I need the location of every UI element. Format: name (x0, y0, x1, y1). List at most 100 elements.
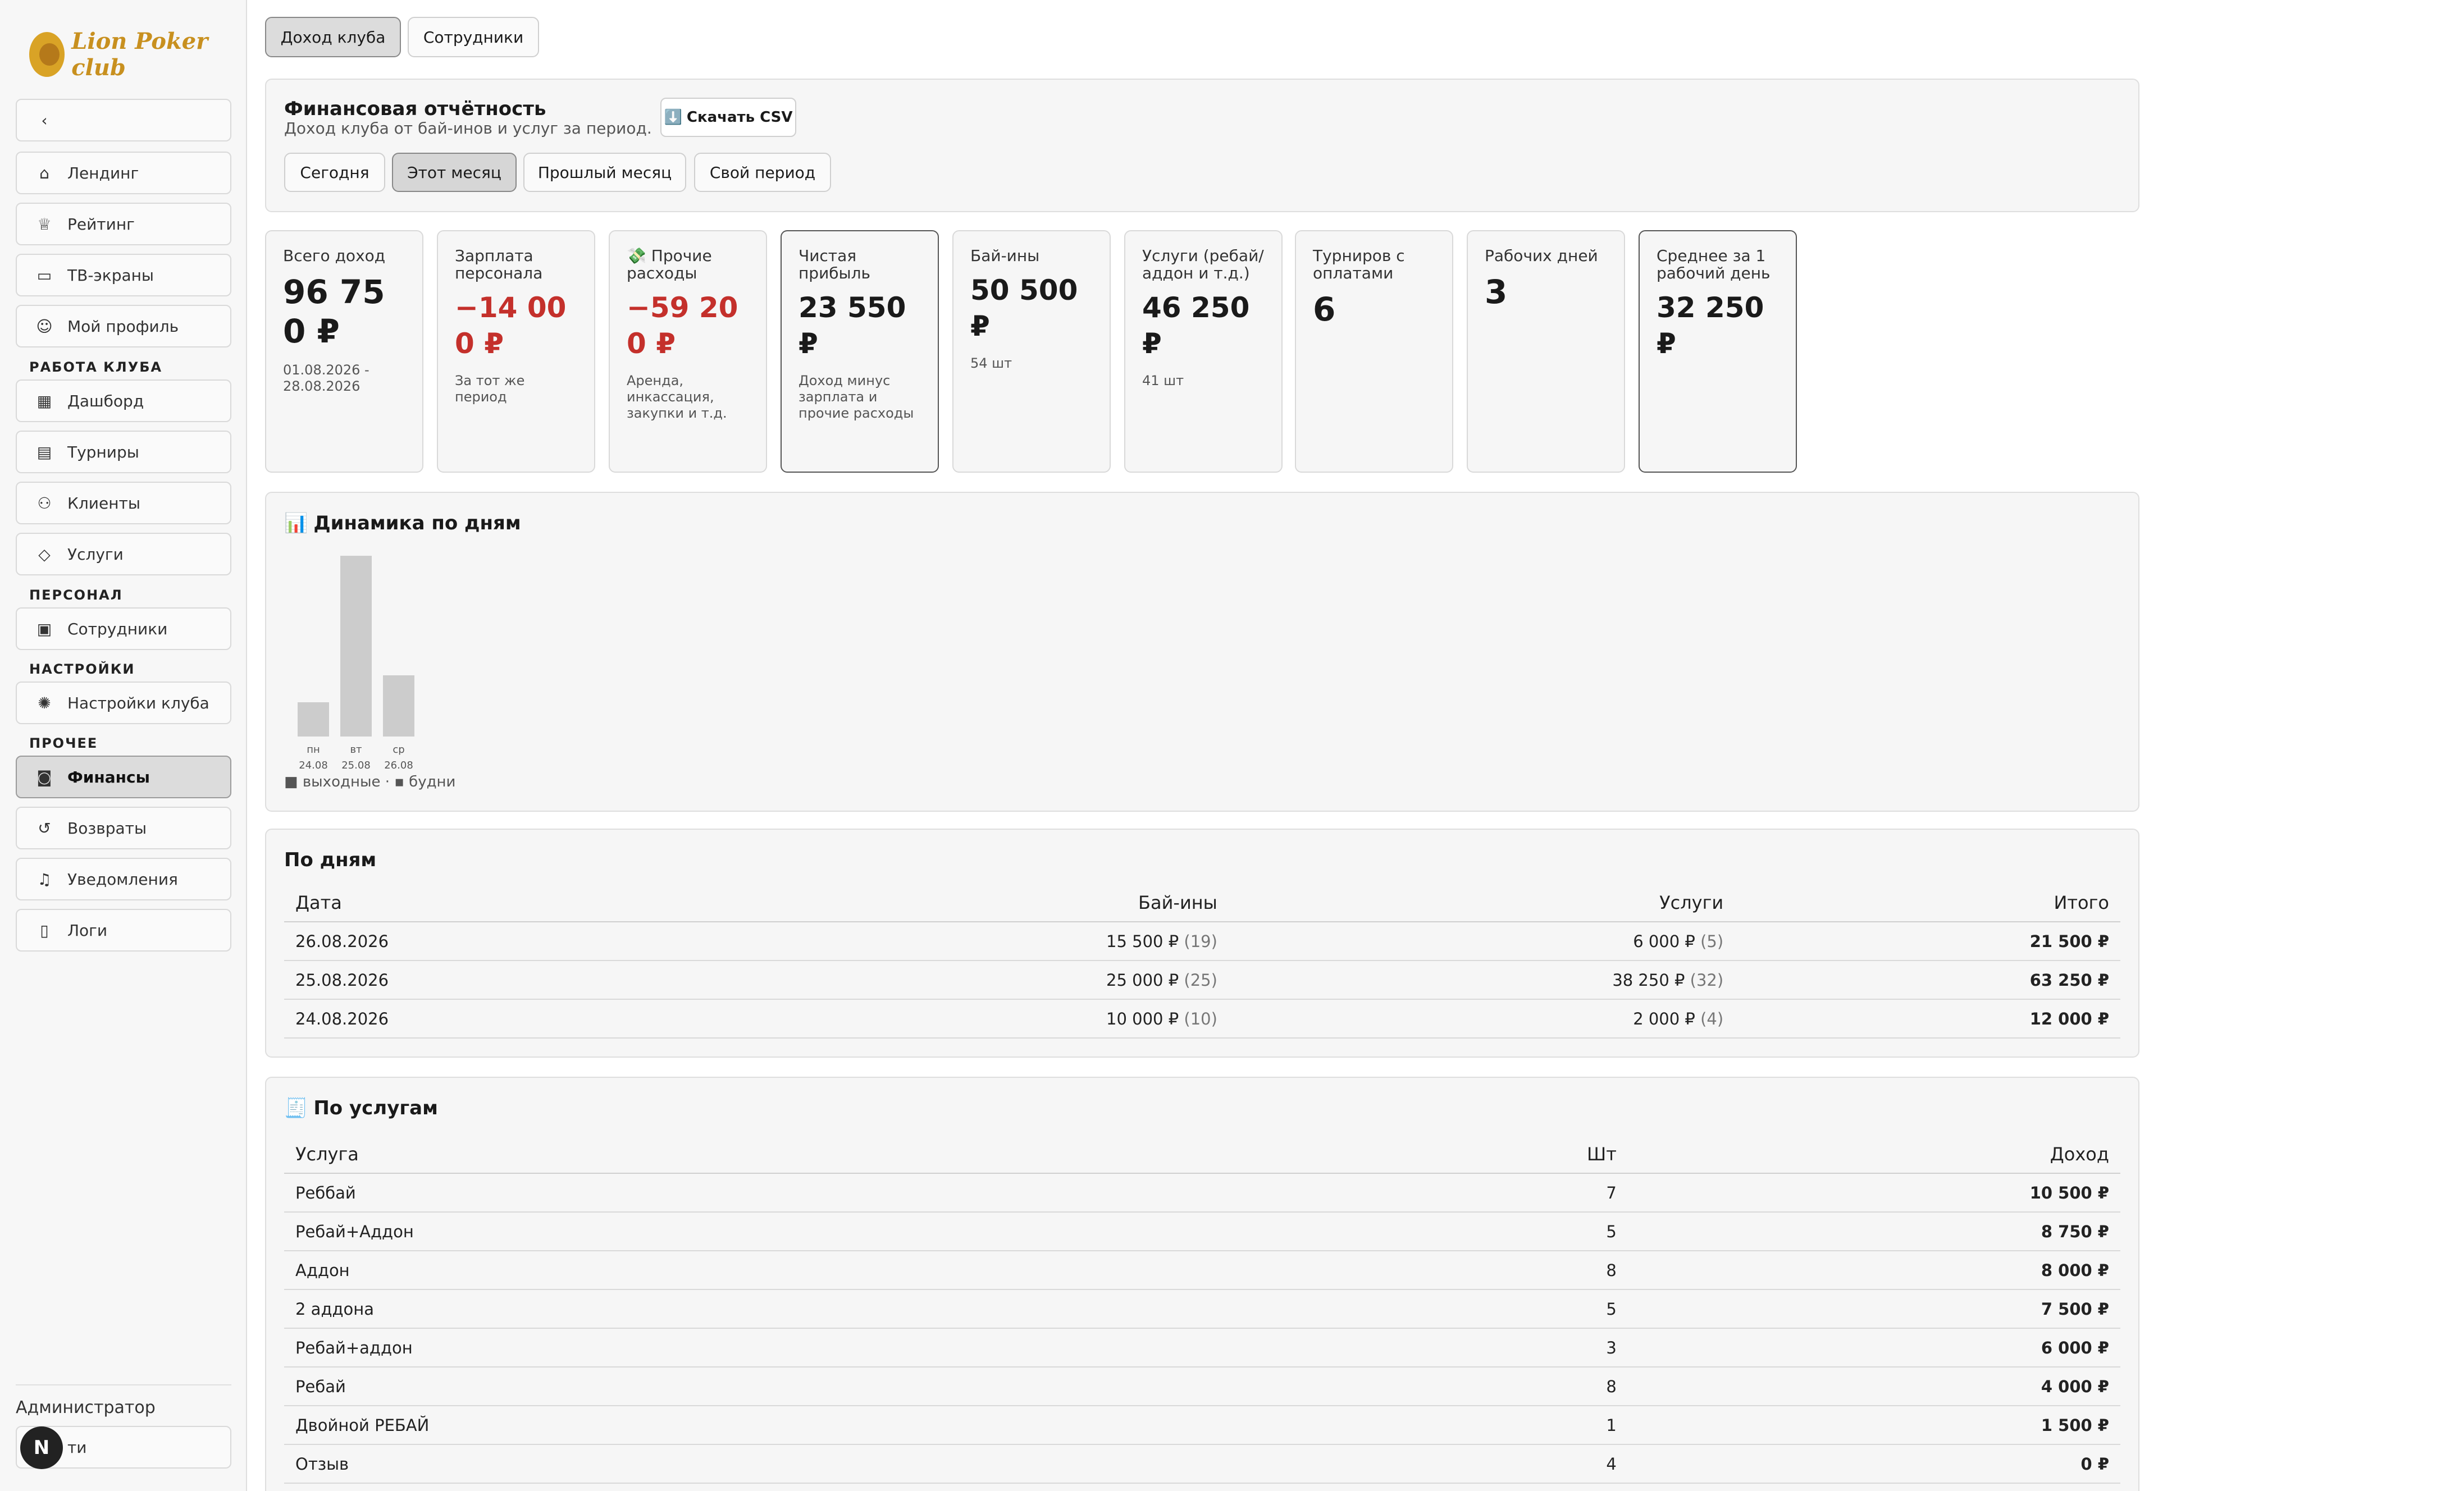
sidebar-item-employees[interactable]: ▣ Сотрудники (16, 607, 231, 650)
stat-value: 23 550 ₽ (798, 291, 906, 360)
tab-club-income[interactable]: Доход клуба (265, 17, 401, 57)
sidebar-item-landing[interactable]: ⌂ Лендинг (16, 152, 231, 194)
cell-service: 2 аддона (284, 1289, 1576, 1329)
download-icon: ⬇️ (664, 109, 682, 126)
dynamics-panel (265, 492, 2139, 812)
home-icon: ⌂ (39, 163, 49, 182)
badge-icon: ▣ (36, 619, 52, 638)
stat-card-buyins: Бай-ины 50 500 ₽ 54 шт (952, 230, 1111, 473)
sidebar-item-label: Настройки клуба (67, 693, 209, 712)
col-total: Итого (1735, 884, 2120, 922)
table-row: Реббай 7 10 500 ₽ (284, 1173, 2120, 1213)
grid-icon: ▦ (36, 391, 52, 410)
sidebar-item-dashboard[interactable]: ▦ Дашборд (16, 379, 231, 422)
by-days-title: По дням (284, 849, 377, 871)
stat-label: 💸 Прочие расходы (627, 246, 712, 282)
tag-icon: ◇ (38, 545, 51, 564)
sidebar-item-my-profile[interactable]: ☺ Мой профиль (16, 305, 231, 347)
sidebar-item-tv-screens[interactable]: ▭ ТВ-экраны (16, 254, 231, 296)
monitor-icon: ▭ (36, 266, 52, 285)
col-service: Услуга (284, 1135, 1576, 1174)
dynamics-title: 📊 Динамика по дням (284, 512, 521, 534)
stat-value: 50 500 ₽ (970, 274, 1078, 342)
sidebar-item-finance[interactable]: ◙ Финансы (16, 756, 231, 798)
cell-income: 4 000 ₽ (1627, 1367, 2120, 1406)
section-label-staff: ПЕРСОНАЛ (29, 587, 123, 603)
sidebar-item-tournaments[interactable]: ▤ Турниры (16, 431, 231, 473)
stat-card-total-income: Всего доход 96 750 ₽ 01.08.2026 - 28.08.… (265, 230, 423, 473)
stat-value: 6 (1313, 290, 1336, 328)
table-header-row: Дата Бай-ины Услуги Итого (284, 884, 2120, 922)
stat-label: Услуги (ребай/аддон и т.д.) (1142, 246, 1264, 282)
sidebar-divider (16, 1384, 231, 1385)
col-qty: Шт (1576, 1135, 1628, 1174)
stat-note: Аренда, инкассация, закупки и т.д. (627, 373, 727, 421)
sidebar-item-label: Турниры (67, 442, 139, 461)
money-icon: ◙ (36, 767, 52, 786)
sidebar-item-logs[interactable]: ▯ Логи (16, 909, 231, 952)
tab-employees[interactable]: Сотрудники (408, 17, 539, 57)
sidebar-item-notifications[interactable]: ♫ Уведомления (16, 858, 231, 900)
cell-date: 25.08.2026 (284, 961, 723, 1000)
stat-label: Зарплата персонала (455, 246, 543, 282)
cell-income: 6 000 ₽ (1627, 1328, 2120, 1367)
section-label-other: ПРОЧЕЕ (29, 735, 98, 751)
cell-services: 2 000 ₽ (4) (1228, 999, 1735, 1039)
cell-qty: 7 (1576, 1173, 1628, 1213)
collapse-sidebar-button[interactable]: ‹ (16, 99, 231, 141)
period-custom-button[interactable]: Свой период (694, 153, 831, 192)
stat-card-work-days: Рабочих дней 3 (1467, 230, 1625, 473)
by-services-table: Услуга Шт Доход Реббай 7 10 500 ₽ Ребай+Ад… (284, 1135, 2120, 1484)
chart-bar (340, 556, 372, 737)
sidebar-item-clients[interactable]: ⚇ Клиенты (16, 482, 231, 524)
cell-buyins: 15 500 ₽ (19) (722, 922, 1229, 961)
cell-service: Реббай (284, 1173, 1576, 1213)
table-row: Аддон 8 8 000 ₽ (284, 1251, 2120, 1290)
next-dev-badge[interactable]: N (20, 1426, 63, 1469)
cell-services: 6 000 ₽ (5) (1228, 922, 1735, 961)
receipt-icon: 🧾 (284, 1097, 308, 1119)
sidebar-item-services[interactable]: ◇ Услуги (16, 533, 231, 575)
by-days-table: Дата Бай-ины Услуги Итого 26.08.2026 15 … (284, 884, 2120, 1039)
dynamics-title-text: Динамика по дням (313, 512, 521, 534)
sidebar-item-refunds[interactable]: ↺ Возвраты (16, 807, 231, 849)
chart-tick-label: вт 25.08 (341, 744, 371, 771)
calendar-icon: ▤ (36, 442, 52, 461)
sidebar-item-rating[interactable]: ♕ Рейтинг (16, 203, 231, 245)
stat-card-net-profit: Чистая прибыль 23 550 ₽ Доход минус зарп… (781, 230, 939, 473)
sidebar-item-label: Рейтинг (67, 214, 135, 234)
col-buyins: Бай-ины (722, 884, 1229, 922)
cell-qty: 5 (1576, 1212, 1628, 1251)
sidebar-item-label: Дашборд (67, 391, 144, 410)
stat-card-avg-per-day: Среднее за 1 рабочий день 32 250 ₽ (1639, 230, 1797, 473)
bell-icon: ♫ (37, 870, 52, 889)
cell-service: Двойной РЕБАЙ (284, 1406, 1576, 1445)
cell-total: 12 000 ₽ (1735, 999, 2120, 1039)
stat-label: Турниров с оплатами (1313, 246, 1405, 282)
cell-qty: 4 (1576, 1444, 1628, 1484)
cell-service: Ребай (284, 1367, 1576, 1406)
stat-label: Бай-ины (970, 246, 1040, 265)
period-last-month-button[interactable]: Прошлый месяц (523, 153, 686, 192)
stat-value: 32 250 ₽ (1657, 291, 1764, 360)
club-logo[interactable]: Lion Poker club (29, 28, 246, 81)
cell-service: Ребай+Аддон (284, 1212, 1576, 1251)
table-row: 26.08.2026 15 500 ₽ (19) 6 000 ₽ (5) 21 … (284, 922, 2120, 961)
col-date: Дата (284, 884, 723, 922)
sidebar-item-club-settings[interactable]: ✺ Настройки клуба (16, 682, 231, 724)
cell-income: 0 ₽ (1627, 1444, 2120, 1484)
sidebar-item-label: Возвраты (67, 818, 147, 838)
period-today-button[interactable]: Сегодня (284, 153, 385, 192)
sidebar-item-label: Финансы (67, 767, 150, 786)
table-row: Двойной РЕБАЙ 1 1 500 ₽ (284, 1406, 2120, 1445)
page-title: Финансовая отчётность (284, 98, 546, 120)
cell-services: 38 250 ₽ (32) (1228, 961, 1735, 1000)
cell-date: 26.08.2026 (284, 922, 723, 961)
chart-legend: ■ выходные · ▪ будни (284, 774, 456, 790)
period-this-month-button[interactable]: Этот месяц (392, 153, 517, 192)
by-services-title-text: По услугам (313, 1097, 438, 1119)
stat-value: 46 250 ₽ (1142, 291, 1250, 360)
cell-qty: 8 (1576, 1367, 1628, 1406)
download-csv-button[interactable]: ⬇️ Скачать CSV (660, 98, 796, 137)
table-row: Ребай 8 4 000 ₽ (284, 1367, 2120, 1406)
